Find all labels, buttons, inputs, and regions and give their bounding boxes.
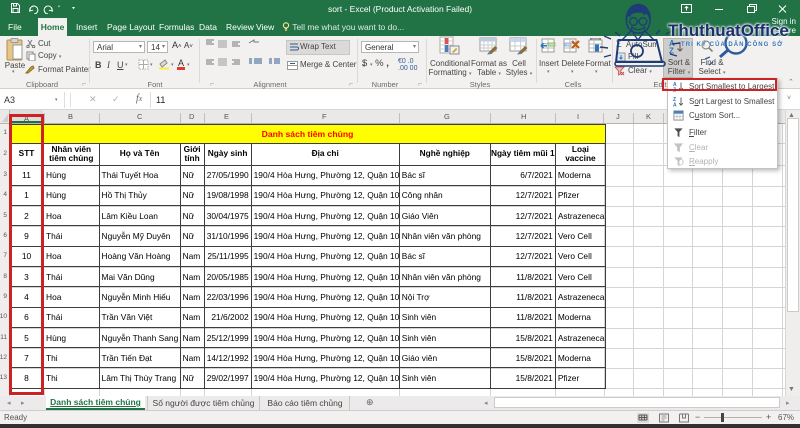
svg-text:Z: Z <box>669 47 674 55</box>
svg-text:A: A <box>673 102 677 106</box>
